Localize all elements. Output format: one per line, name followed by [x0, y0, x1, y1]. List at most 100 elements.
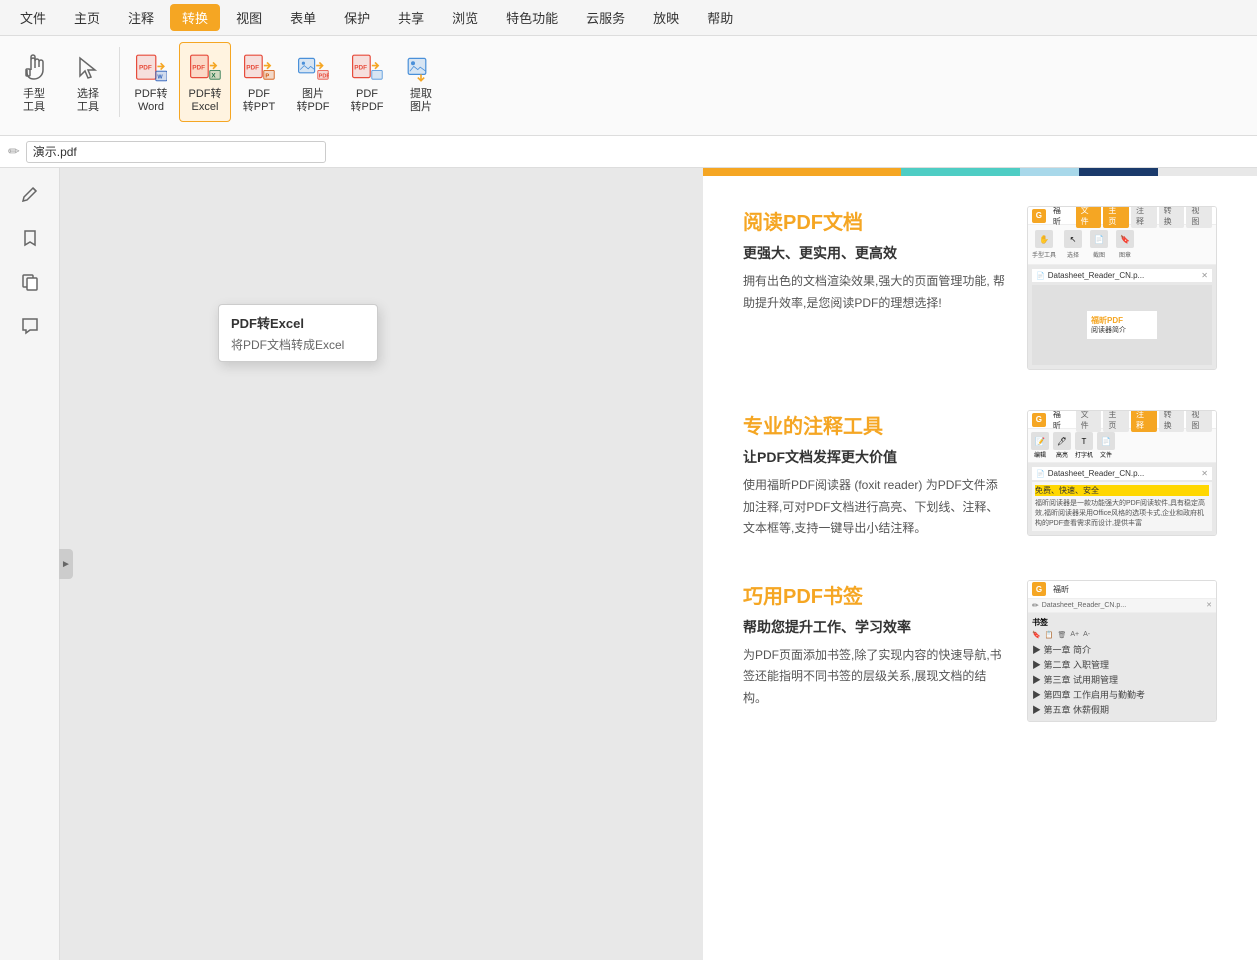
pdf-to-image-label: PDF转PDF [351, 88, 384, 114]
pdf-content: 阅读PDF文档 更强大、更实用、更高效 拥有出色的文档渲染效果,强大的页面管理功… [703, 176, 1257, 792]
menu-convert[interactable]: 转换 [170, 4, 220, 31]
menu-cloud[interactable]: 云服务 [574, 4, 637, 31]
tooltip-description: 将PDF文档转成Excel [231, 336, 365, 353]
menu-slideshow[interactable]: 放映 [641, 4, 691, 31]
mini-app-3: G 福昕 ✏ Datasheet_Reader_CN.p... ✕ 书签 🔖📋🗑… [1027, 580, 1217, 722]
select-tool-label: 选择工具 [77, 88, 99, 114]
svg-text:X: X [211, 72, 216, 79]
bar-teal [901, 168, 1020, 176]
menu-file[interactable]: 文件 [8, 4, 58, 31]
pdf-section-1: 阅读PDF文档 更强大、更实用、更高效 拥有出色的文档渲染效果,强大的页面管理功… [743, 206, 1217, 370]
menu-browse[interactable]: 浏览 [440, 4, 490, 31]
mini-toolbar-2: 📝 编辑 🖊 高亮 T 打字机 [1028, 429, 1216, 463]
svg-text:P: P [265, 73, 269, 79]
bar-grey [1158, 168, 1257, 176]
pdf-to-ppt-label: PDF转PPT [243, 88, 275, 114]
collapse-handle[interactable]: ► [59, 549, 73, 579]
bookmark-sidebar-icon[interactable] [12, 220, 48, 256]
extract-image-button[interactable]: 提取图片 [395, 42, 447, 122]
section1-subtitle: 更强大、更实用、更高效 [743, 243, 1007, 263]
bar-orange [703, 168, 901, 176]
main-area: ► 阅读PDF文档 更强大、更实用、更高效 拥有出色的文档渲染效果,强大的页面管… [0, 168, 1257, 960]
mini-app-1: G 福昕 文件 主页 注释 转换 视图 [1027, 206, 1217, 370]
mini-tab-annotate: 注释 [1131, 206, 1157, 228]
section2-text: 专业的注释工具 让PDF文档发挥更大价值 使用福昕PDF阅读器 (foxit r… [743, 410, 1007, 540]
section1-text: 阅读PDF文档 更强大、更实用、更高效 拥有出色的文档渲染效果,强大的页面管理功… [743, 206, 1007, 370]
menu-features[interactable]: 特色功能 [494, 4, 570, 31]
hand-icon [16, 50, 52, 86]
section1-image: G 福昕 文件 主页 注释 转换 视图 [1027, 206, 1217, 370]
extract-icon [403, 50, 439, 86]
mini-content-3: 书签 🔖📋🗑A+A- ▶ 第一章 简介 ▶ 第二章 入职管理 [1028, 613, 1216, 721]
svg-text:PDF: PDF [319, 73, 329, 79]
image-to-pdf-label: 图片转PDF [297, 88, 330, 114]
pdf-to-word-label: PDF转Word [135, 88, 168, 114]
pdf-to-image-button[interactable]: PDF PDF转PDF [341, 42, 393, 122]
mini-tab2-view: 视图 [1186, 410, 1212, 432]
section2-subtitle: 让PDF文档发挥更大价值 [743, 447, 1007, 467]
section1-body: 拥有出色的文档渲染效果,强大的页面管理功能, 帮助提升效率,是您阅读PDF的理想… [743, 271, 1007, 314]
hand-tool-button[interactable]: 手型工具 [8, 42, 60, 122]
pdf-top-bar [703, 168, 1257, 176]
bar-navy [1079, 168, 1158, 176]
address-bar: ✏ [0, 136, 1257, 168]
pdf-excel-icon: PDF X [187, 50, 223, 86]
hand-tool-label: 手型工具 [23, 88, 45, 114]
pdf-to-ppt-button[interactable]: PDF P PDF转PPT [233, 42, 285, 122]
section3-title: 巧用PDF书签 [743, 580, 1007, 609]
mini-hand-icon: ✋ [1035, 230, 1053, 248]
svg-text:W: W [157, 74, 163, 80]
menu-form[interactable]: 表单 [278, 4, 328, 31]
img-pdf-icon: PDF [295, 50, 331, 86]
bar-lightblue [1020, 168, 1079, 176]
image-to-pdf-button[interactable]: PDF 图片转PDF [287, 42, 339, 122]
menu-protect[interactable]: 保护 [332, 4, 382, 31]
mini-bookmark-item-2: ▶ 第二章 入职管理 [1032, 657, 1212, 672]
mini-tab-home: 主页 [1103, 206, 1129, 228]
mini-content-1: 📄 Datasheet_Reader_CN.p... ✕ 福昕PDF 阅读器简介 [1028, 265, 1216, 369]
pdf-to-word-button[interactable]: PDF W PDF转Word [125, 42, 177, 122]
pdf-ppt-icon: PDF P [241, 50, 277, 86]
mini-content-2: 📄 Datasheet_Reader_CN.p... ✕ 免费、快速、安全 福昕… [1028, 463, 1216, 535]
pages-sidebar-icon[interactable] [12, 264, 48, 300]
mini-edit-icon: 📝 [1031, 432, 1049, 450]
menu-home[interactable]: 主页 [62, 4, 112, 31]
pdf-section-2: 专业的注释工具 让PDF文档发挥更大价值 使用福昕PDF阅读器 (foxit r… [743, 410, 1217, 540]
pen-sidebar-icon[interactable] [12, 176, 48, 212]
pdf-to-excel-button[interactable]: PDF X PDF转Excel [179, 42, 231, 122]
section3-text: 巧用PDF书签 帮助您提升工作、学习效率 为PDF页面添加书签,除了实现内容的快… [743, 580, 1007, 722]
mini-tab2-convert: 转换 [1159, 410, 1185, 432]
mini-bookmark-title: 书签 [1032, 617, 1212, 628]
mini-tab2-annotate: 注释 [1131, 410, 1157, 432]
pen-icon: ✏ [8, 143, 20, 160]
menu-share[interactable]: 共享 [386, 4, 436, 31]
left-sidebar [0, 168, 60, 960]
mini-filename-1: 📄 Datasheet_Reader_CN.p... ✕ [1032, 269, 1212, 282]
mini-bookmark-item-3: ▶ 第三章 试用期管理 [1032, 672, 1212, 687]
mini-app-bar-2: G 福昕 文件 主页 注释 转换 视图 [1028, 411, 1216, 429]
mini-highlight-icon: 🖊 [1053, 432, 1071, 450]
mini-text-block: 福昕阅读器是一款功能强大的PDF阅读软件,具有稳定高效,福昕阅读器采用Offic… [1035, 499, 1209, 528]
mini-tab2-home: 主页 [1103, 410, 1129, 432]
mini-highlight-text: 免费、快速、安全 [1035, 485, 1209, 496]
mini-logo-2: G [1032, 413, 1046, 427]
comment-sidebar-icon[interactable] [12, 308, 48, 344]
mini-bookmark-item-1: ▶ 第一章 简介 [1032, 642, 1212, 657]
mini-pen-icon: ✏ [1032, 601, 1039, 610]
select-tool-button[interactable]: 选择工具 [62, 42, 114, 122]
mini-app-bar-1: G 福昕 文件 主页 注释 转换 视图 [1028, 207, 1216, 225]
cursor-icon [70, 50, 106, 86]
menu-bar: 文件 主页 注释 转换 视图 表单 保护 共享 浏览 特色功能 云服务 放映 帮… [0, 0, 1257, 36]
tooltip-title: PDF转Excel [231, 313, 365, 332]
section3-body: 为PDF页面添加书签,除了实现内容的快速导航,书签还能指明不同书签的层级关系,展… [743, 645, 1007, 710]
mini-toolbar-1: ✋ 手型工具 ↖ 选择 [1028, 225, 1216, 265]
mini-bookmark-item-5: ▶ 第五章 休薪假期 [1032, 702, 1212, 717]
menu-help[interactable]: 帮助 [695, 4, 745, 31]
filename-input[interactable] [26, 141, 326, 163]
svg-text:PDF: PDF [192, 64, 205, 71]
menu-annotate[interactable]: 注释 [116, 4, 166, 31]
section2-body: 使用福昕PDF阅读器 (foxit reader) 为PDF文件添加注释,可对P… [743, 475, 1007, 540]
svg-text:PDF: PDF [354, 64, 367, 71]
mini-cursor-icon: ↖ [1064, 230, 1082, 248]
menu-view[interactable]: 视图 [224, 4, 274, 31]
